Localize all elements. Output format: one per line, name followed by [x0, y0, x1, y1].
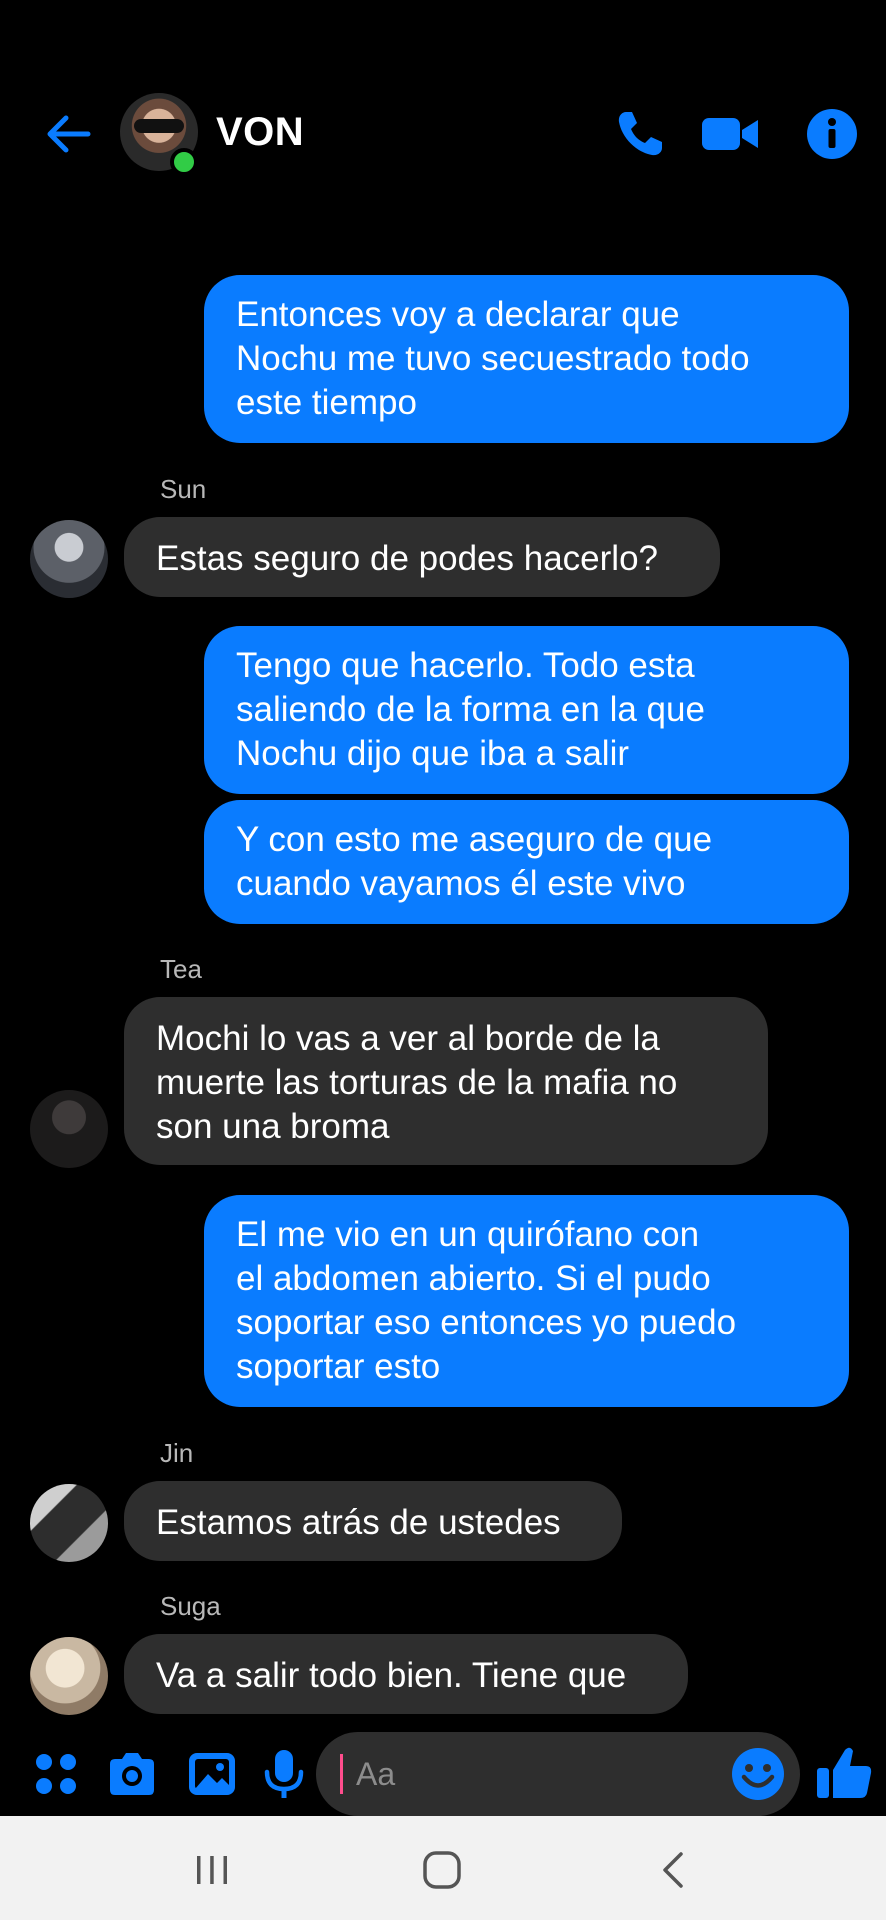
message-line: Y con esto me aseguro de que — [236, 820, 713, 859]
message-line: cuando vayamos él este vivo — [236, 864, 686, 903]
message-line: este tiempo — [236, 383, 417, 422]
message-line: el abdomen abierto. Si el pudo — [236, 1259, 711, 1298]
message-line: son una broma — [156, 1107, 390, 1146]
camera-icon[interactable] — [104, 1746, 160, 1802]
message-input[interactable] — [340, 1732, 720, 1816]
chat-header: VON — [0, 0, 886, 240]
microphone-icon[interactable] — [256, 1746, 312, 1802]
thumbs-up-icon[interactable] — [814, 1742, 874, 1802]
message-line: Tengo que hacerlo. Todo esta — [236, 646, 695, 685]
system-nav-bar — [0, 1816, 886, 1920]
sender-name: Sun — [160, 474, 207, 504]
online-status-dot — [170, 148, 198, 176]
message-line: Va a salir todo bien. Tiene que — [156, 1656, 627, 1695]
message-line: muerte las torturas de la mafia no — [156, 1063, 678, 1102]
message-bubble-outgoing[interactable]: El me vio en un quirófano con el abdomen… — [204, 1195, 849, 1407]
message-line: El me vio en un quirófano con — [236, 1215, 700, 1254]
apps-icon[interactable] — [28, 1746, 84, 1802]
message-bubble-outgoing[interactable]: Tengo que hacerlo. Todo esta saliendo de… — [204, 626, 849, 794]
message-bubble-outgoing[interactable]: Entonces voy a declarar que Nochu me tuv… — [204, 275, 849, 443]
message-bubble-incoming[interactable]: Estas seguro de podes hacerlo? — [124, 517, 720, 597]
back-nav-icon[interactable] — [650, 1846, 698, 1894]
message-bubble-incoming[interactable]: Estamos atrás de ustedes — [124, 1481, 622, 1561]
message-line: Estamos atrás de ustedes — [156, 1503, 561, 1542]
message-line: soportar eso entonces yo puedo — [236, 1303, 737, 1342]
message-line: Mochi lo vas a ver al borde de la — [156, 1019, 660, 1058]
avatar-jin[interactable] — [30, 1484, 108, 1562]
emoji-icon[interactable] — [730, 1746, 786, 1802]
avatar-tea[interactable] — [30, 1090, 108, 1168]
message-bubble-incoming[interactable]: Va a salir todo bien. Tiene que — [124, 1634, 688, 1714]
message-line: Entonces voy a declarar que — [236, 295, 680, 334]
video-camera-icon[interactable] — [700, 106, 760, 162]
sender-name: Suga — [160, 1591, 221, 1621]
gallery-icon[interactable] — [184, 1746, 240, 1802]
home-icon[interactable] — [418, 1846, 466, 1894]
message-bubble-incoming[interactable]: Mochi lo vas a ver al borde de la muerte… — [124, 997, 768, 1165]
message-line: Nochu dijo que iba a salir — [236, 734, 630, 773]
avatar-sun[interactable] — [30, 520, 108, 598]
message-line: Nochu me tuvo secuestrado todo — [236, 339, 750, 378]
phone-icon[interactable] — [612, 106, 668, 162]
info-icon[interactable] — [804, 106, 860, 162]
message-input-pill[interactable] — [316, 1732, 800, 1816]
back-arrow-icon[interactable] — [42, 108, 94, 160]
sender-name: Jin — [160, 1438, 194, 1468]
message-composer — [0, 1724, 886, 1824]
message-line: soportar esto — [236, 1347, 441, 1386]
recent-apps-icon[interactable] — [188, 1846, 236, 1894]
avatar-suga[interactable] — [30, 1637, 108, 1715]
sender-name: Tea — [160, 954, 202, 984]
chat-title[interactable]: VON — [216, 110, 304, 155]
message-bubble-outgoing[interactable]: Y con esto me aseguro de que cuando vaya… — [204, 800, 849, 924]
message-line: saliendo de la forma en la que — [236, 690, 705, 729]
message-line: Estas seguro de podes hacerlo? — [156, 539, 658, 578]
